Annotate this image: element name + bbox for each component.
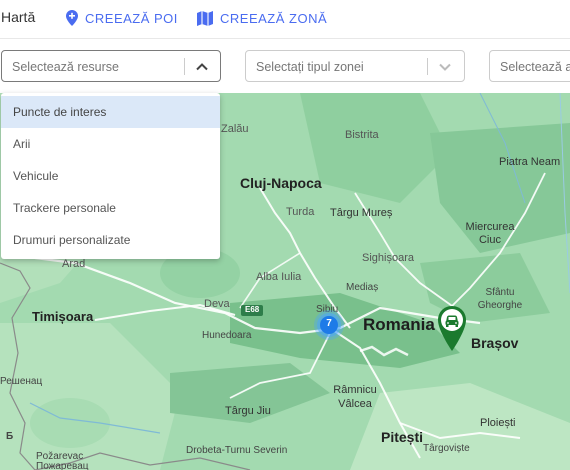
city-fragment: Б xyxy=(6,431,14,442)
vehicle-marker[interactable] xyxy=(437,305,467,353)
city-bistrita: Bistrita xyxy=(345,129,379,141)
vehicle-pin-icon xyxy=(438,306,466,351)
city-zalau: Zalău xyxy=(221,123,249,135)
resources-dropdown: Puncte de interes Arii Vehicule Trackere… xyxy=(1,93,220,259)
dropdown-item-puncte-de-interes[interactable]: Puncte de interes xyxy=(1,96,220,128)
page-title: Hartă xyxy=(1,9,36,25)
city-sfantu: Sfântu Gheorghe xyxy=(477,287,523,311)
city-drobeta: Drobeta-Turnu Severin xyxy=(186,445,288,456)
city-targoviste: Târgoviște xyxy=(423,443,470,454)
city-arad: Arad xyxy=(62,258,86,270)
dropdown-item-arii[interactable]: Arii xyxy=(1,128,220,160)
zone-type-select-placeholder: Selectați tipul zonei xyxy=(256,60,364,74)
top-bar: Hartă CREEAZĂ POI CREEAZĂ ZONĂ xyxy=(0,0,570,38)
city-pozarevac-cyrillic: Пожаревац xyxy=(36,461,89,470)
select-separator xyxy=(184,58,185,75)
create-zone-label: CREEAZĂ ZONĂ xyxy=(220,10,328,26)
country-romania: Romania xyxy=(363,315,435,334)
filter-bar: Selectează resurse Selectați tipul zonei… xyxy=(0,38,570,94)
third-select-placeholder: Selectează ar xyxy=(500,60,570,74)
city-rimnicu: Râmnicu Vâlcea xyxy=(333,384,377,410)
city-targu-mures: Târgu Mureș xyxy=(330,207,393,219)
city-sighisoara: Sighișoara xyxy=(362,252,414,264)
city-cluj: Cluj-Napoca xyxy=(240,175,322,191)
city-piatra: Piatra Neam xyxy=(499,156,561,168)
city-hunedoara: Hunedoara xyxy=(202,330,252,341)
dropdown-item-vehicule[interactable]: Vehicule xyxy=(1,160,220,192)
dropdown-item-drumuri-personalizate[interactable]: Drumuri personalizate xyxy=(1,224,220,256)
third-select[interactable]: Selectează ar xyxy=(489,50,570,82)
city-timisoara: Timișoara xyxy=(32,309,94,324)
create-poi-button[interactable]: CREEAZĂ POI xyxy=(66,9,178,27)
city-turda: Turda xyxy=(286,206,315,218)
select-separator xyxy=(427,58,428,75)
create-zone-button[interactable]: CREEAZĂ ZONĂ xyxy=(197,9,327,27)
road-label: E68 xyxy=(245,305,260,314)
chevron-up-icon[interactable] xyxy=(194,59,210,75)
map-icon xyxy=(197,10,213,26)
zone-type-select[interactable]: Selectați tipul zonei xyxy=(245,50,465,82)
resources-select[interactable]: Selectează resurse xyxy=(1,50,221,82)
location-pin-icon xyxy=(66,10,78,26)
chevron-down-icon[interactable] xyxy=(437,59,453,75)
city-resita-cyrillic: Решенац xyxy=(0,376,43,387)
dropdown-item-trackere-personale[interactable]: Trackere personale xyxy=(1,192,220,224)
city-pitesti: Pitești xyxy=(381,429,424,445)
city-targu-jiu: Târgu Jiu xyxy=(225,405,271,417)
city-miercurea: Miercurea Ciuc xyxy=(465,221,515,246)
cluster-marker[interactable]: 7 xyxy=(313,309,345,341)
city-alba: Alba Iulia xyxy=(256,271,302,283)
create-poi-label: CREEAZĂ POI xyxy=(85,10,178,26)
city-medias: Mediaș xyxy=(346,282,379,293)
cluster-count: 7 xyxy=(326,318,332,329)
resources-select-placeholder: Selectează resurse xyxy=(12,60,120,74)
city-ploiesti: Ploiești xyxy=(480,417,516,429)
city-deva: Deva xyxy=(204,298,230,310)
city-brasov: Brașov xyxy=(471,335,519,351)
